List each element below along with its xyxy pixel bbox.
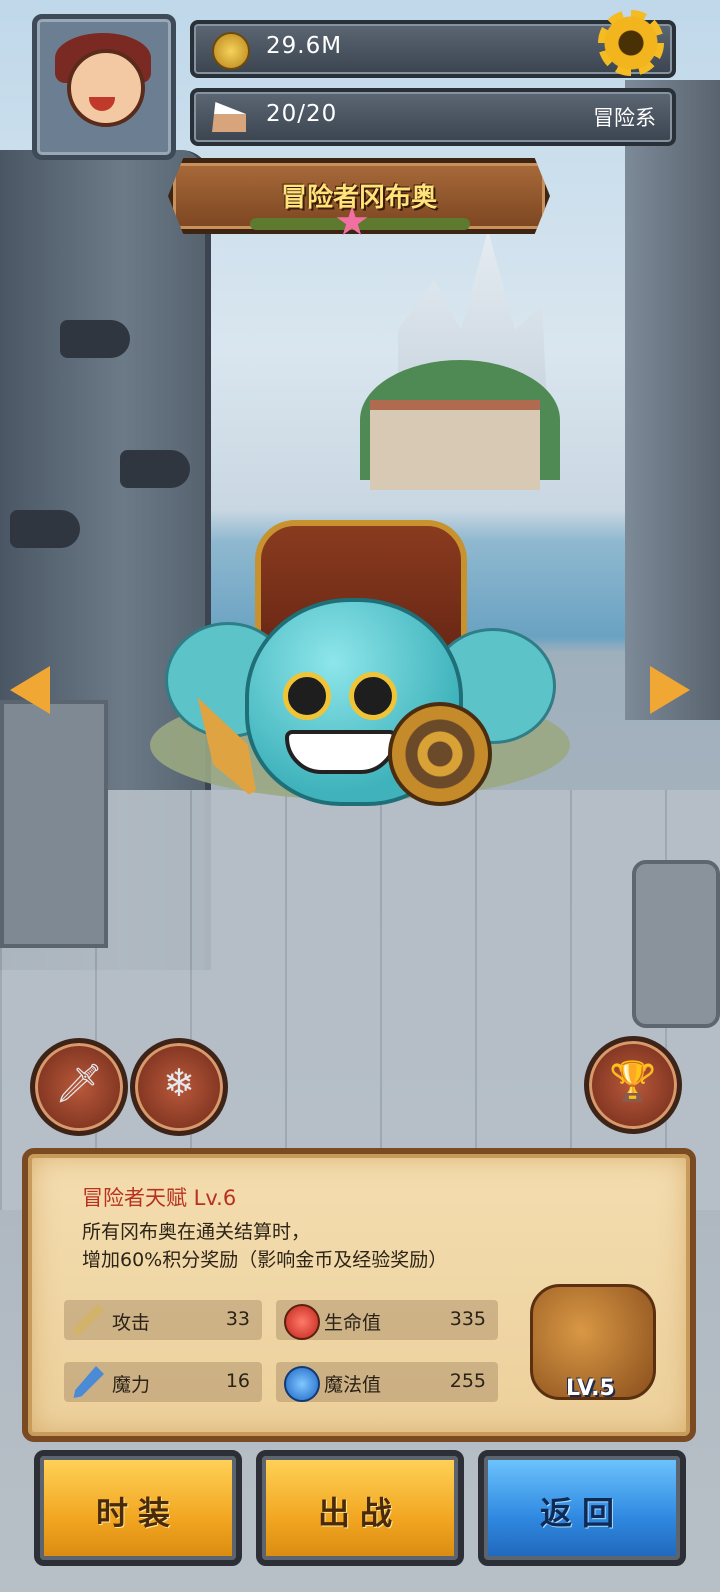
red-potion-icon [284,1304,320,1340]
stat-label: 魔力 [112,1374,151,1396]
sword-icon [72,1304,104,1336]
player-avatar[interactable] [32,14,176,160]
golden-trophy-icon: 🏆 [609,1059,657,1103]
weapon-button[interactable]: 🗡 [30,1038,128,1136]
cannon-icon [120,450,190,488]
dagger-icon: 🗡 [54,1061,104,1105]
settings-gear-icon[interactable] [598,10,664,76]
crates [0,700,108,948]
stamina-value: 20/20 [266,101,338,127]
round-shield [388,702,492,806]
slime-grin [285,730,397,774]
stat-label: 魔法值 [324,1374,382,1396]
talent-title: 冒险者天赋 Lv.6 [82,1186,237,1210]
costume-button[interactable]: 时装 [34,1450,242,1566]
slime-eye [283,672,331,720]
category-tag: 冒险系 [593,106,656,130]
stat-hp: 生命值 335 [276,1300,498,1340]
cannon-icon [10,510,80,548]
deploy-button-label: 出战 [317,1494,402,1532]
deploy-button[interactable]: 出战 [256,1450,464,1566]
equipment-level: LV.5 [566,1376,615,1401]
next-arrow-icon[interactable] [650,666,690,714]
stat-magic: 魔力 16 [64,1362,262,1402]
character-name: 冒险者冈布奥 [280,183,437,213]
coin-icon [212,32,250,70]
talent-description: 所有冈布奥在通关结算时， 增加60%积分奖励（影响金币及经验奖励） [82,1221,448,1271]
gold-amount: 29.6M [266,33,343,59]
stamina-bar: 20/20 冒险系 [190,88,676,146]
trophy-button[interactable]: 🏆 [584,1036,682,1134]
staff-icon [73,1366,104,1398]
back-button-label: 返回 [539,1494,624,1532]
stat-label: 生命值 [324,1312,382,1334]
barrel [632,860,720,1028]
back-button[interactable]: 返回 [478,1450,686,1566]
stat-value: 255 [449,1370,486,1392]
stat-value: 33 [225,1308,250,1330]
stat-value: 335 [449,1308,486,1330]
talent-panel: 冒险者天赋 Lv.6 所有冈布奥在通关结算时， 增加60%积分奖励（影响金币及经… [22,1148,696,1442]
previous-arrow-icon[interactable] [10,666,50,714]
stat-label: 攻击 [112,1312,151,1334]
ship-right [625,80,720,720]
cannon-icon [60,320,130,358]
blue-potion-icon [284,1366,320,1402]
stat-value: 16 [225,1370,250,1392]
map-button[interactable]: ❄ [130,1038,228,1136]
stone-dock-floor [0,790,720,1210]
stat-mp: 魔法值 255 [276,1362,498,1402]
ice-map-icon: ❄ [163,1061,195,1105]
costume-button-label: 时装 [95,1494,180,1532]
avatar-face [67,49,145,127]
slime-eye [349,672,397,720]
cake-icon [212,102,246,132]
stat-attack: 攻击 33 [64,1300,262,1340]
houses-background [370,400,540,490]
